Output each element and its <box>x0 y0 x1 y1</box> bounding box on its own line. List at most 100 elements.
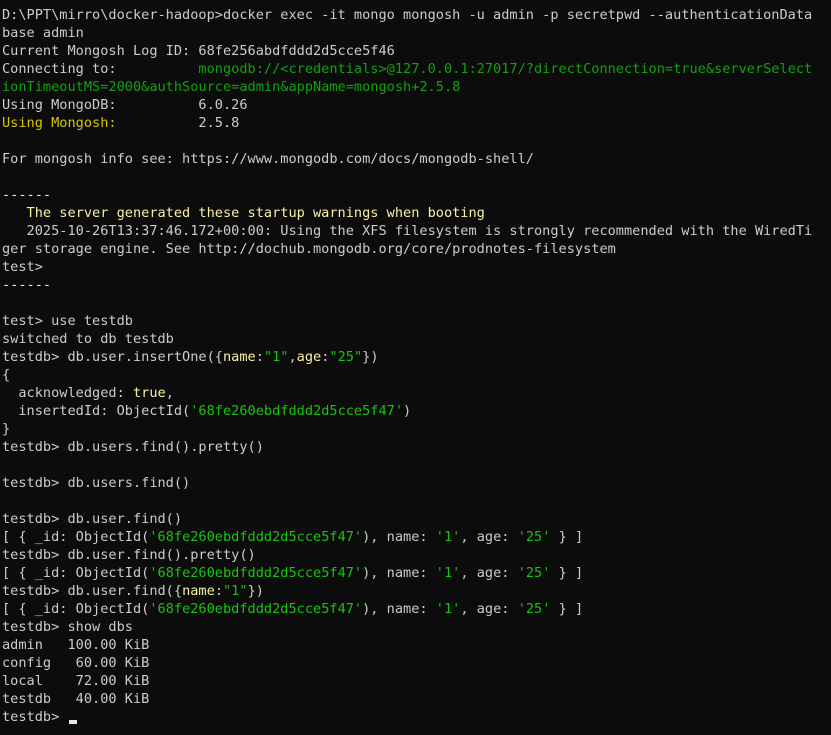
terminal-text: 2025-10-26T13:37:46.172+00:00: Using the… <box>2 223 813 239</box>
terminal-text: Current Mongosh Log ID: 68fe256abdfddd2d… <box>2 43 395 59</box>
terminal-line: config 60.00 KiB <box>2 654 831 672</box>
terminal-text: testdb 40.00 KiB <box>2 691 150 707</box>
terminal-line: testdb> db.users.find() <box>2 474 831 492</box>
terminal-line: Using MongoDB: 6.0.26 <box>2 96 831 114</box>
terminal-line: { <box>2 366 831 384</box>
terminal-text: 2.5.8 <box>116 115 240 131</box>
terminal-text: admin 100.00 KiB <box>2 637 150 653</box>
terminal-text: test> use testdb <box>2 313 133 329</box>
terminal-text: [ { _id: ObjectId( <box>2 601 150 617</box>
terminal-line: testdb> db.user.find().pretty() <box>2 546 831 564</box>
terminal-line: ger storage engine. See http://dochub.mo… <box>2 240 831 258</box>
terminal-text: name <box>182 583 215 599</box>
terminal-text: , age: <box>460 565 518 581</box>
terminal-text: ------ <box>2 187 52 203</box>
terminal-line: [ { _id: ObjectId('68fe260ebdfddd2d5cce5… <box>2 600 831 618</box>
terminal-text: testdb> db.users.find().pretty() <box>2 439 264 455</box>
terminal-text: testdb> db.users.find() <box>2 475 191 491</box>
terminal-line: testdb> db.user.insertOne({name:"1",age:… <box>2 348 831 366</box>
terminal-line: For mongosh info see: https://www.mongod… <box>2 150 831 168</box>
terminal-line: ------ <box>2 186 831 204</box>
terminal-text: testdb> <box>2 709 68 725</box>
terminal-text: true <box>132 385 166 401</box>
terminal-text: '25' <box>517 601 551 617</box>
terminal-text: ) <box>403 403 412 419</box>
terminal-text: age <box>296 349 322 365</box>
terminal-text: } ] <box>550 565 584 581</box>
terminal-text: ), name: <box>362 601 436 617</box>
terminal-line: base admin <box>2 24 831 42</box>
terminal-line: Using Mongosh: 2.5.8 <box>2 114 831 132</box>
terminal-line: ionTimeoutMS=2000&authSource=admin&appNa… <box>2 78 831 96</box>
terminal-text: : <box>255 349 264 365</box>
terminal-text: "1" <box>263 349 289 365</box>
terminal-text: '68fe260ebdfddd2d5cce5f47' <box>149 529 363 545</box>
terminal-text: , <box>288 349 297 365</box>
terminal-line: [ { _id: ObjectId('68fe260ebdfddd2d5cce5… <box>2 564 831 582</box>
terminal-line: test> use testdb <box>2 312 831 330</box>
text-cursor <box>69 720 78 724</box>
terminal-text: '68fe260ebdfddd2d5cce5f47' <box>149 565 363 581</box>
terminal-line: testdb> <box>2 708 831 726</box>
terminal-text: testdb> db.user.insertOne({ <box>2 349 223 365</box>
terminal-line: testdb> show dbs <box>2 618 831 636</box>
terminal-text: The server generated these startup warni… <box>2 205 485 221</box>
terminal-line: D:\PPT\mirro\docker-hadoop>docker exec -… <box>2 6 831 24</box>
terminal-text: name <box>222 349 256 365</box>
terminal-text: testdb> db.user.find().pretty() <box>2 547 256 563</box>
terminal-text: D:\PPT\mirro\docker-hadoop>docker exec -… <box>2 7 813 23</box>
terminal-line: acknowledged: true, <box>2 384 831 402</box>
terminal-text: , <box>165 385 174 401</box>
terminal-line: test> <box>2 258 831 276</box>
terminal-text: } ] <box>550 529 584 545</box>
terminal-text: local 72.00 KiB <box>2 673 150 689</box>
terminal-text: '68fe260ebdfddd2d5cce5f47' <box>190 403 404 419</box>
terminal-line: admin 100.00 KiB <box>2 636 831 654</box>
terminal-line: The server generated these startup warni… <box>2 204 831 222</box>
terminal-text: mongodb://<credentials>@127.0.0.1:27017/… <box>198 61 813 77</box>
terminal-line: } <box>2 420 831 438</box>
terminal-line: insertedId: ObjectId('68fe260ebdfddd2d5c… <box>2 402 831 420</box>
terminal-text: Using Mongosh: <box>2 115 117 131</box>
terminal-text: , age: <box>460 601 518 617</box>
terminal-line: testdb> db.users.find().pretty() <box>2 438 831 456</box>
terminal-text: testdb> db.user.find() <box>2 511 183 527</box>
terminal-line: 2025-10-26T13:37:46.172+00:00: Using the… <box>2 222 831 240</box>
terminal-line: Current Mongosh Log ID: 68fe256abdfddd2d… <box>2 42 831 60</box>
terminal-text: ------ <box>2 277 52 293</box>
terminal-line: switched to db testdb <box>2 330 831 348</box>
terminal-text: ionTimeoutMS=2000&authSource=admin&appNa… <box>2 79 461 95</box>
terminal-text: testdb> show dbs <box>2 619 133 635</box>
terminal-line: testdb> db.user.find() <box>2 510 831 528</box>
terminal-text: config 60.00 KiB <box>2 655 150 671</box>
terminal-text: "1" <box>223 583 248 599</box>
terminal-text: ger storage engine. See http://dochub.mo… <box>2 241 616 257</box>
terminal-text: base admin <box>2 25 84 41</box>
terminal-text: For mongosh info see: https://www.mongod… <box>2 151 534 167</box>
terminal-line: testdb> db.user.find({name:"1"}) <box>2 582 831 600</box>
terminal-text: }) <box>362 349 379 365</box>
terminal-text: '25' <box>517 565 551 581</box>
terminal-line: Connecting to: mongodb://<credentials>@1… <box>2 60 831 78</box>
terminal-output: D:\PPT\mirro\docker-hadoop>docker exec -… <box>2 6 831 726</box>
terminal-text: testdb> db.user.find({ <box>2 583 183 599</box>
terminal-window[interactable]: D:\PPT\mirro\docker-hadoop>docker exec -… <box>0 0 831 735</box>
terminal-text: { <box>2 367 11 383</box>
terminal-text: '1' <box>435 601 461 617</box>
terminal-text: [ { _id: ObjectId( <box>2 529 150 545</box>
terminal-text: , age: <box>460 529 518 545</box>
terminal-text: acknowledged: <box>2 385 133 401</box>
terminal-text: '68fe260ebdfddd2d5cce5f47' <box>149 601 363 617</box>
terminal-text: '1' <box>435 565 461 581</box>
terminal-text: ), name: <box>362 565 436 581</box>
terminal-text: [ { _id: ObjectId( <box>2 565 150 581</box>
terminal-text: Using MongoDB: 6.0.26 <box>2 97 248 113</box>
terminal-text: test> <box>2 259 43 275</box>
terminal-text: '1' <box>435 529 461 545</box>
terminal-text: }) <box>247 583 264 599</box>
